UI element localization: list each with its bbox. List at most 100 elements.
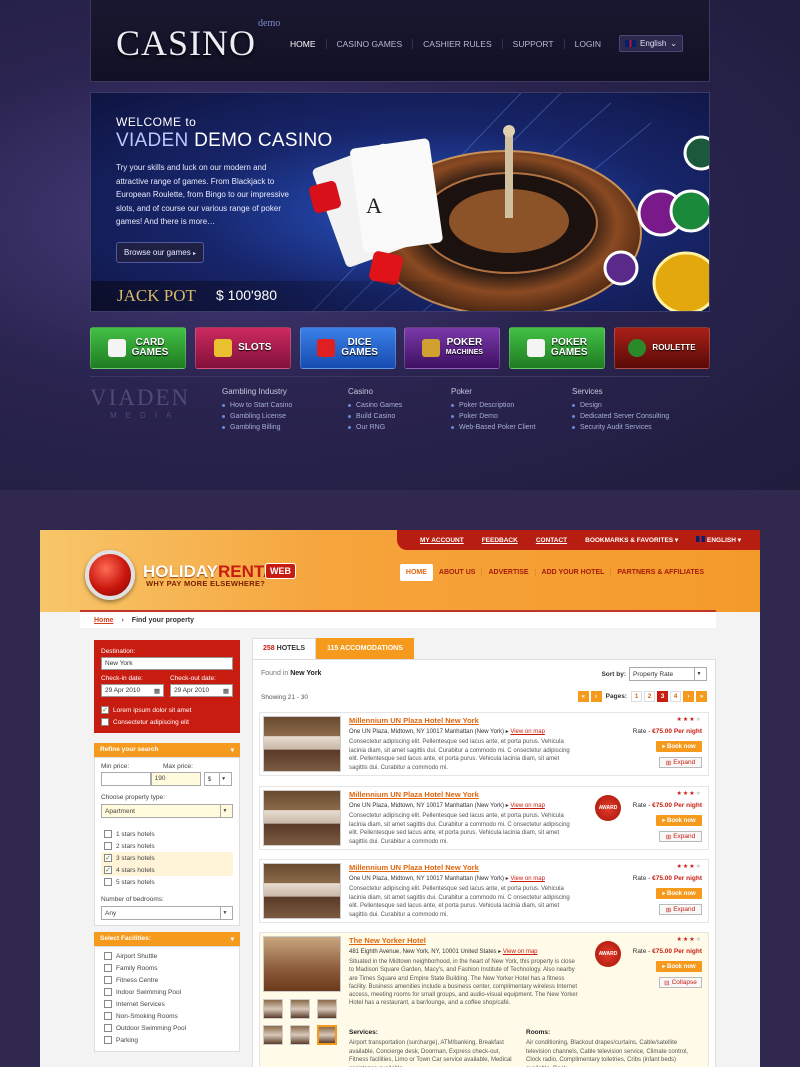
my-account-link[interactable]: MY ACCOUNT <box>411 537 473 544</box>
gallery-thumb[interactable] <box>290 1025 310 1045</box>
facility-checkbox[interactable]: Non-Smoking Rooms <box>101 1010 233 1022</box>
footer-link[interactable]: Build Casino <box>348 411 402 422</box>
language-menu[interactable]: ENGLISH ▾ <box>687 536 750 544</box>
star-filter-5[interactable]: 5 stars hotels <box>101 876 233 888</box>
footer-link[interactable]: Design <box>572 400 669 411</box>
expand-button[interactable]: ⊞ Expand <box>659 757 702 768</box>
view-on-map-link[interactable]: View on map <box>510 876 545 882</box>
dice-games-button[interactable]: DICE GAMES <box>299 327 396 369</box>
tab-accommodations[interactable]: 115 ACCOMODATIONS <box>316 638 414 659</box>
checkout-input[interactable]: 29 Apr 2010 ▦ <box>170 684 233 697</box>
facility-checkbox[interactable]: Internet Services <box>101 998 233 1010</box>
hotel-photo[interactable] <box>263 863 341 919</box>
hotel-name[interactable]: Millennium UN Plaza Hotel New York <box>349 863 479 872</box>
poker-machines-button[interactable]: POKER MACHINES <box>404 327 501 369</box>
gallery-thumb[interactable] <box>263 1025 283 1045</box>
option-checkbox-2[interactable]: Consectetur adipiscing elit <box>101 718 233 726</box>
view-on-map-link[interactable]: View on map <box>503 949 538 955</box>
gallery-thumb-selected[interactable] <box>317 1025 337 1045</box>
collapse-button[interactable]: ⊟ Collapse <box>659 977 702 988</box>
footer-link[interactable]: How to Start Casino <box>222 400 292 411</box>
book-now-button[interactable]: ▸ Book now <box>656 741 702 752</box>
footer-link[interactable]: Dedicated Server Consulting <box>572 411 669 422</box>
footer-link[interactable]: Poker Demo <box>451 411 536 422</box>
facility-checkbox[interactable]: Indoor Swimming Pool <box>101 986 233 998</box>
footer-link[interactable]: Gambling License <box>222 411 292 422</box>
sort-select[interactable]: Property Rate ▼ <box>629 667 707 681</box>
refine-header[interactable]: Refine your search ▾ <box>94 743 240 757</box>
property-type-select[interactable]: Apartment ▼ <box>101 804 233 818</box>
hotel-photo[interactable] <box>263 716 341 772</box>
hotel-photo[interactable] <box>263 790 341 846</box>
footer-link[interactable]: Poker Description <box>451 400 536 411</box>
hotel-name[interactable]: The New Yorker Hotel <box>349 936 426 945</box>
hotel-photo[interactable] <box>263 936 341 992</box>
nav-cashier-rules[interactable]: CASHIER RULES <box>412 38 502 49</box>
page-link[interactable]: 1 <box>631 691 642 702</box>
expand-button[interactable]: ⊞ Expand <box>659 904 702 915</box>
bedrooms-select[interactable]: Any ▼ <box>101 906 233 920</box>
facility-checkbox[interactable]: Family Rooms <box>101 962 233 974</box>
facility-checkbox[interactable]: Outdoor Swimming Pool <box>101 1022 233 1034</box>
nav-casino-games[interactable]: CASINO GAMES <box>325 38 413 49</box>
slots-button[interactable]: SLOTS <box>194 327 291 369</box>
browse-games-button[interactable]: Browse our games ▸ <box>116 242 204 263</box>
casino-logo[interactable]: CASINO <box>116 22 256 64</box>
star-filter-2[interactable]: 2 stars hotels <box>101 840 233 852</box>
page-link[interactable]: 4 <box>670 691 681 702</box>
breadcrumb-home[interactable]: Home <box>94 617 113 624</box>
expand-button[interactable]: ⊞ Expand <box>659 831 702 842</box>
book-now-button[interactable]: ▸ Book now <box>656 815 702 826</box>
book-now-button[interactable]: ▸ Book now <box>656 961 702 972</box>
hotel-name[interactable]: Millennium UN Plaza Hotel New York <box>349 716 479 725</box>
nav-home[interactable]: HOME <box>399 564 433 581</box>
next-page-icon[interactable]: › <box>683 691 694 702</box>
nav-partners[interactable]: PARTNERS & AFFILIATES <box>610 569 710 576</box>
hotel-name[interactable]: Millennium UN Plaza Hotel New York <box>349 790 479 799</box>
footer-link[interactable]: Our RNG <box>348 422 402 433</box>
nav-support[interactable]: SUPPORT <box>501 38 564 49</box>
footer-link[interactable]: Casino Games <box>348 400 402 411</box>
facility-checkbox[interactable]: Parking <box>101 1034 233 1046</box>
checkin-input[interactable]: 29 Apr 2010 ▦ <box>101 684 164 697</box>
footer-link[interactable]: Gambling Billing <box>222 422 292 433</box>
star-filter-1[interactable]: 1 stars hotels <box>101 828 233 840</box>
tab-hotels[interactable]: 258 HOTELS <box>252 638 317 659</box>
view-on-map-link[interactable]: View on map <box>510 803 545 809</box>
nav-about-us[interactable]: ABOUT US <box>433 569 482 576</box>
nav-advertise[interactable]: ADVERTISE <box>481 569 534 576</box>
roulette-button[interactable]: ROULETTE <box>613 327 710 369</box>
max-price-input[interactable]: 190 <box>150 772 201 786</box>
nav-add-hotel[interactable]: ADD YOUR HOTEL <box>534 569 611 576</box>
footer-link[interactable]: Web-Based Poker Client <box>451 422 536 433</box>
gallery-thumb[interactable] <box>317 999 337 1019</box>
star-filter-4[interactable]: ✓ 4 stars hotels <box>101 864 233 876</box>
page-link[interactable]: 2 <box>644 691 655 702</box>
nav-home[interactable]: HOME <box>280 39 326 49</box>
language-select[interactable]: English ⌄ <box>619 35 683 52</box>
nav-login[interactable]: LOGIN <box>563 38 611 49</box>
page-link-current[interactable]: 3 <box>657 691 668 702</box>
slot-machine-icon <box>421 339 440 357</box>
footer-link[interactable]: Security Audit Services <box>572 422 669 433</box>
currency-select[interactable]: $ ▼ <box>203 772 232 786</box>
star-filter-3[interactable]: ✓ 3 stars hotels <box>101 852 233 864</box>
destination-input[interactable]: New York <box>101 657 233 670</box>
view-on-map-link[interactable]: View on map <box>510 729 545 735</box>
feedback-link[interactable]: FEEDBACK <box>473 537 527 544</box>
bookmarks-menu[interactable]: BOOKMARKS & FAVORITES ▾ <box>576 536 687 544</box>
gallery-thumb[interactable] <box>263 999 283 1019</box>
option-checkbox-1[interactable]: ✓ Lorem ipsum dolor sit amet <box>101 706 233 714</box>
first-page-icon[interactable]: « <box>577 691 589 702</box>
poker-games-button[interactable]: POKER GAMES <box>509 327 606 369</box>
gallery-thumb[interactable] <box>290 999 310 1019</box>
book-now-button[interactable]: ▸ Book now <box>656 888 702 899</box>
facilities-header[interactable]: Select Facilities: ▾ <box>94 932 240 946</box>
prev-page-icon[interactable]: ‹ <box>590 691 602 702</box>
facility-checkbox[interactable]: Fitness Centre <box>101 974 233 986</box>
min-price-input[interactable] <box>101 772 151 786</box>
facility-checkbox[interactable]: Airport Shuttle <box>101 950 233 962</box>
card-games-button[interactable]: CARD GAMES <box>90 327 186 369</box>
last-page-icon[interactable]: » <box>696 691 707 702</box>
contact-link[interactable]: CONTACT <box>527 537 576 544</box>
